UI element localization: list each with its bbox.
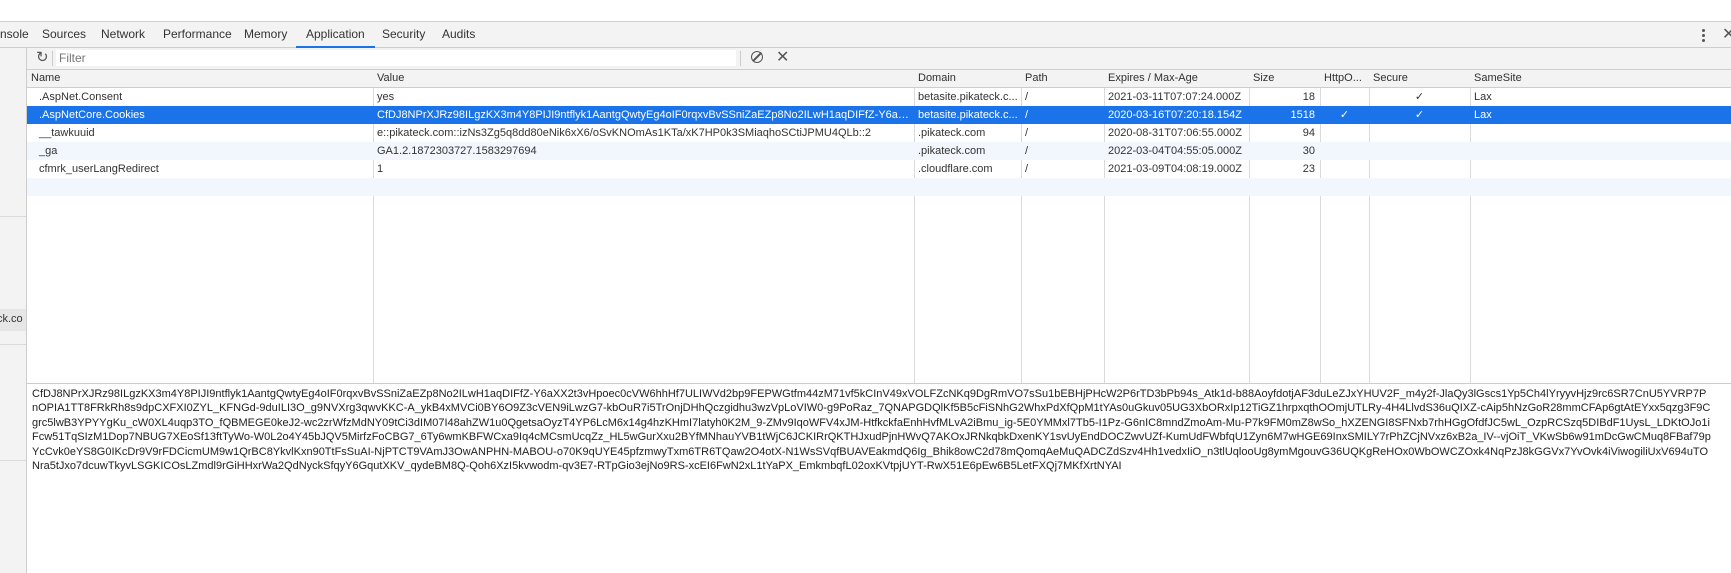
cookie-secure: [1369, 160, 1470, 178]
tab-performance[interactable]: Performance: [153, 22, 242, 48]
cookie-path: /: [1025, 145, 1029, 157]
cookie-expires: 2020-08-31T07:06:55.000Z: [1108, 127, 1242, 139]
cookie-httponly: [1320, 142, 1369, 160]
cookie-domain: .pikateck.com: [918, 127, 986, 139]
cookie-name: .AspNetCore.Cookies: [39, 109, 145, 121]
cookie-expires: 2021-03-11T07:07:24.000Z: [1108, 91, 1242, 103]
cookie-value: e::pikateck.com::izNs3Zg5q8dd80eNik6xX6/…: [377, 127, 872, 139]
cookie-name: _ga: [39, 145, 58, 157]
cookie-expires: 2021-03-09T04:08:19.000Z: [1108, 163, 1242, 175]
cookie-value: CfDJ8NPrXJRz98ILgzKX3m4Y8PIJI9ntflyk1Aan…: [377, 109, 914, 121]
cookie-expires: 2020-03-16T07:20:18.154Z: [1108, 109, 1242, 121]
table-row-selected[interactable]: .AspNetCore.Cookies CfDJ8NPrXJRz98ILgzKX…: [27, 106, 1731, 124]
cookie-name: cfmrk_userLangRedirect: [39, 163, 159, 175]
cookie-domain: .cloudflare.com: [918, 163, 993, 175]
cookie-value-preview: CfDJ8NPrXJRz98ILgzKX3m4Y8PIJI9ntflyk1Aan…: [27, 383, 1731, 573]
cookie-httponly: [1320, 124, 1369, 142]
tab-memory[interactable]: Memory: [234, 22, 297, 48]
column-header-secure[interactable]: Secure: [1369, 70, 1470, 87]
column-header-domain[interactable]: Domain: [914, 70, 1021, 87]
column-header-value[interactable]: Value: [373, 70, 914, 87]
table-row[interactable]: cfmrk_userLangRedirect 1 .cloudflare.com…: [27, 160, 1731, 178]
cookie-httponly: ✓: [1339, 109, 1350, 121]
column-header-size[interactable]: Size: [1249, 70, 1320, 87]
delete-selected-icon[interactable]: ✕: [776, 48, 789, 68]
tab-audits[interactable]: Audits: [432, 22, 485, 48]
cookie-secure: ✓: [1414, 109, 1425, 121]
cookie-name: __tawkuuid: [39, 127, 95, 139]
cookie-expires: 2022-03-04T04:55:05.000Z: [1108, 145, 1242, 157]
cookie-httponly: [1320, 160, 1369, 178]
cookie-size: 18: [1302, 91, 1315, 103]
table-row[interactable]: __tawkuuid e::pikateck.com::izNs3Zg5q8dd…: [27, 124, 1731, 142]
devtools-tab-bar: nsole Sources Network Performance Memory…: [0, 21, 1731, 48]
column-header-httponly[interactable]: HttpO...: [1320, 70, 1369, 87]
close-devtools-icon[interactable]: ✕: [1722, 24, 1731, 46]
cookie-path: /: [1025, 91, 1029, 103]
cookie-size: 94: [1302, 127, 1315, 139]
filter-input[interactable]: [56, 50, 736, 66]
browser-top-strip: [0, 0, 1731, 21]
application-sidebar: ck.co: [0, 48, 27, 573]
table-row-empty: [27, 178, 1731, 196]
cookie-name: .AspNet.Consent: [39, 91, 123, 103]
cookie-value: yes: [377, 91, 395, 103]
table-header: Name Value Domain Path Expires / Max-Age…: [27, 70, 1731, 88]
tab-sources[interactable]: Sources: [32, 22, 96, 48]
cookie-samesite: [1470, 142, 1731, 160]
sidebar-item-label: ck.co: [0, 313, 23, 325]
cookie-value-preview-text: CfDJ8NPrXJRz98ILgzKX3m4Y8PIJI9ntflyk1Aan…: [32, 388, 1711, 473]
cookie-path: /: [1025, 109, 1029, 121]
tab-application[interactable]: Application: [296, 22, 375, 48]
sidebar-divider: [0, 216, 26, 217]
sidebar-item-cookie-origin[interactable]: ck.co: [0, 309, 26, 331]
cookies-toolbar: ↻ ✕: [27, 48, 1731, 70]
column-header-path[interactable]: Path: [1021, 70, 1104, 87]
cookies-table: Name Value Domain Path Expires / Max-Age…: [27, 70, 1731, 383]
cookie-path: /: [1025, 163, 1029, 175]
column-header-name[interactable]: Name: [27, 70, 373, 87]
cookie-value: GA1.2.1872303727.1583297694: [377, 145, 537, 157]
table-row[interactable]: _ga GA1.2.1872303727.1583297694 .pikatec…: [27, 142, 1731, 160]
cookie-samesite: [1470, 160, 1731, 178]
cookie-samesite: Lax: [1474, 109, 1492, 121]
cookie-samesite: Lax: [1474, 91, 1492, 103]
toolbar-separator: [740, 51, 741, 66]
cookie-size: 23: [1302, 163, 1315, 175]
cookie-size: 1518: [1290, 109, 1315, 121]
cookie-domain: betasite.pikateck.c...: [918, 109, 1018, 121]
cookie-secure: [1369, 124, 1470, 142]
cookie-path: /: [1025, 127, 1029, 139]
cookie-value: 1: [377, 163, 384, 175]
sidebar-divider: [0, 344, 26, 345]
cookie-samesite: [1470, 124, 1731, 142]
table-row[interactable]: .AspNet.Consent yes betasite.pikateck.c.…: [27, 88, 1731, 106]
cookie-domain: betasite.pikateck.c...: [918, 91, 1018, 103]
sidebar-divider: [0, 460, 26, 461]
more-options-icon[interactable]: [1697, 26, 1709, 44]
refresh-icon[interactable]: ↻: [36, 49, 49, 67]
tab-network[interactable]: Network: [91, 22, 155, 48]
clear-all-icon[interactable]: [751, 51, 763, 63]
cookie-httponly: [1320, 88, 1369, 106]
column-header-expires[interactable]: Expires / Max-Age: [1104, 70, 1249, 87]
column-header-samesite[interactable]: SameSite: [1470, 70, 1731, 87]
cookie-domain: .pikateck.com: [918, 145, 986, 157]
cookie-size: 30: [1302, 145, 1315, 157]
cookie-secure: [1369, 142, 1470, 160]
toolbar-separator: [52, 51, 53, 66]
tab-security[interactable]: Security: [372, 22, 435, 48]
cookie-secure: ✓: [1414, 91, 1425, 103]
